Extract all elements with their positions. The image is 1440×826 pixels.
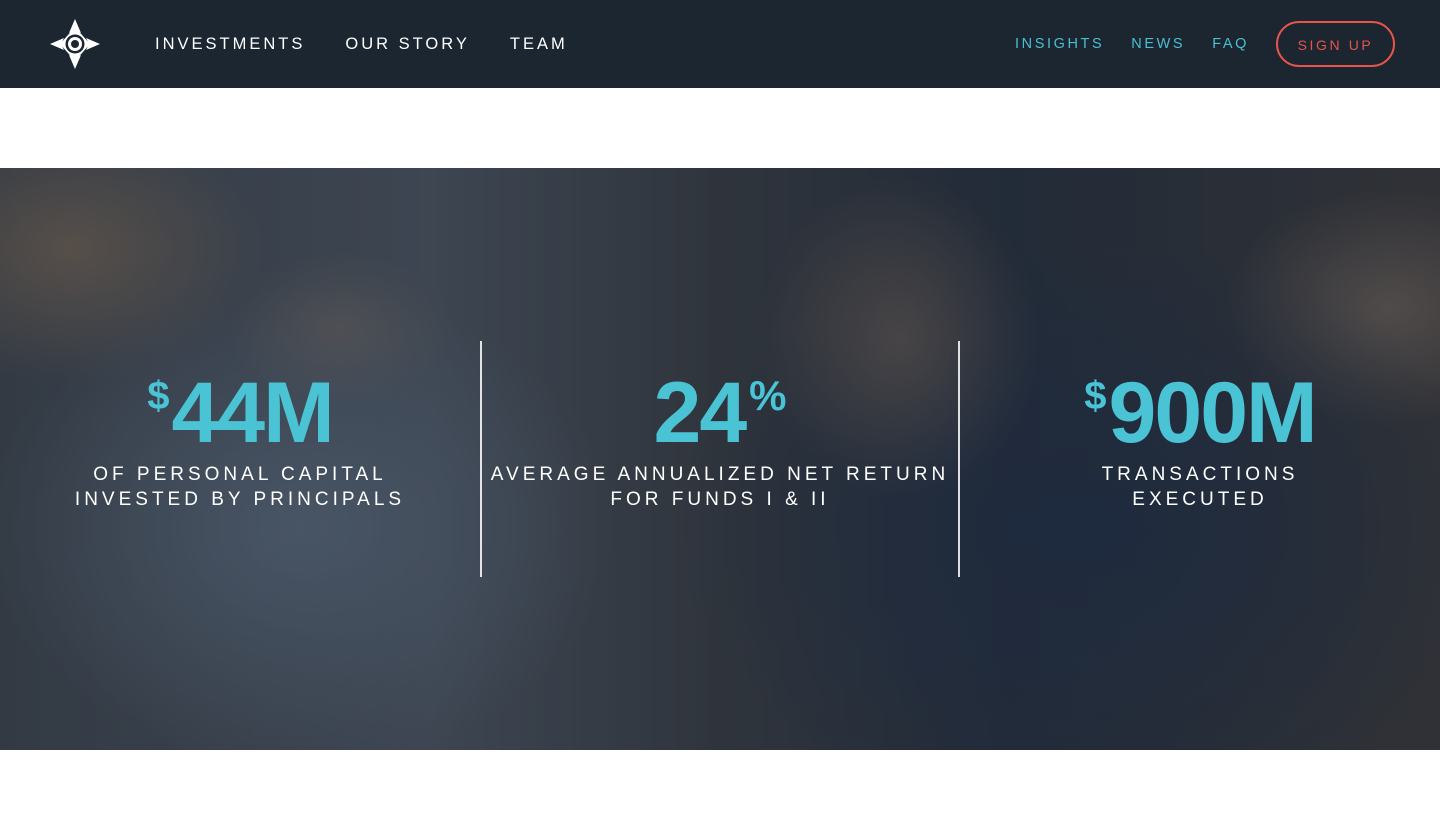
logo[interactable] xyxy=(50,19,100,69)
stat-caption-line: EXECUTED xyxy=(1132,489,1268,510)
nav-link-our-story[interactable]: OUR STORY xyxy=(345,35,470,54)
stat-value: $ 44M xyxy=(147,365,335,461)
stat-net-return: 24 % AVERAGE ANNUALIZED NET RETURN FOR F… xyxy=(482,368,958,512)
stat-caption-line: TRANSACTIONS xyxy=(1101,464,1299,485)
stat-value: $ 900M xyxy=(1084,365,1318,461)
stat-caption-line: AVERAGE ANNUALIZED NET RETURN xyxy=(490,464,950,485)
stat-caption-line: FOR FUNDS I & II xyxy=(610,489,830,510)
stat-caption-line: OF PERSONAL CAPITAL xyxy=(93,464,387,485)
primary-nav: INVESTMENTS OUR STORY TEAM xyxy=(155,0,608,88)
stat-number: 24 xyxy=(653,365,747,461)
nav-link-news[interactable]: NEWS xyxy=(1131,36,1185,52)
stat-caption: TRANSACTIONS EXECUTED xyxy=(1040,462,1360,512)
stat-number: 900M xyxy=(1108,365,1318,461)
stat-suffix: % xyxy=(749,372,787,419)
stat-prefix: $ xyxy=(1084,374,1107,418)
stat-prefix: $ xyxy=(147,374,170,418)
nav-link-investments[interactable]: INVESTMENTS xyxy=(155,35,305,54)
stat-value: 24 % xyxy=(653,368,786,458)
stat-divider xyxy=(958,341,960,577)
stat-caption: OF PERSONAL CAPITAL INVESTED BY PRINCIPA… xyxy=(60,462,420,512)
nav-link-team[interactable]: TEAM xyxy=(510,35,568,54)
stat-transactions: $ 900M TRANSACTIONS EXECUTED xyxy=(1040,368,1360,512)
compass-star-icon xyxy=(50,19,100,69)
stat-number: 44M xyxy=(171,365,334,461)
nav-link-insights[interactable]: INSIGHTS xyxy=(1015,36,1104,52)
top-navigation: INVESTMENTS OUR STORY TEAM INSIGHTS NEWS… xyxy=(0,0,1440,88)
stat-caption-line: INVESTED BY PRINCIPALS xyxy=(74,489,406,510)
sign-up-button[interactable]: SIGN UP xyxy=(1276,21,1395,67)
stat-caption: AVERAGE ANNUALIZED NET RETURN FOR FUNDS … xyxy=(482,462,958,512)
secondary-nav: INSIGHTS NEWS FAQ SIGN UP xyxy=(1015,0,1395,88)
stat-personal-capital: $ 44M OF PERSONAL CAPITAL INVESTED BY PR… xyxy=(60,368,420,512)
nav-link-faq[interactable]: FAQ xyxy=(1212,36,1249,52)
stats-hero: $ 44M OF PERSONAL CAPITAL INVESTED BY PR… xyxy=(0,168,1440,750)
